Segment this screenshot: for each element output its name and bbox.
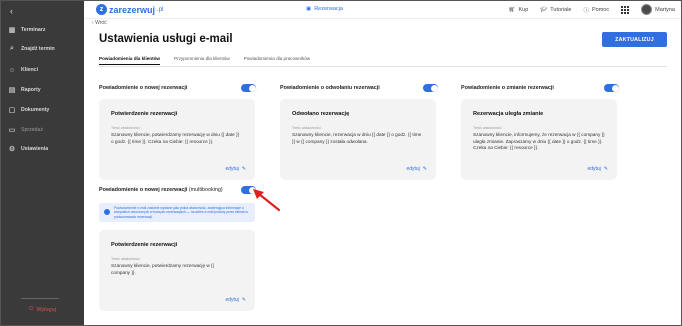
help-label: Pomoc <box>592 6 610 13</box>
card-message: Szanowny kliencie, potwierdzamy rezerwac… <box>111 263 215 275</box>
sidebar-item-label: Raporty <box>21 87 41 93</box>
graduation-cap-icon: 🎓︎ <box>540 6 548 13</box>
sidebar-item-label: Klienci <box>21 67 39 73</box>
section-title-change-booking: Powiadomienie o zmianie rezerwacji <box>461 85 554 91</box>
logo-text: zarezerwuj <box>109 4 156 15</box>
sidebar-item-raporty[interactable]: ▤ Raporty <box>1 83 84 97</box>
logo-tld: .pl <box>157 6 164 13</box>
sidebar-item-label: Terminarz <box>21 27 46 33</box>
logo[interactable]: z zarezerwuj .pl <box>96 4 163 15</box>
card-new-booking: Potwierdzenie rezerwacji Treść wiadomośc… <box>99 99 255 180</box>
sidebar-item-label: Ustawienia <box>21 146 49 152</box>
tab-client-notifications[interactable]: Powiadomienia dla klientów <box>99 56 161 65</box>
apps-grid-icon[interactable] <box>621 5 630 14</box>
sidebar-item-dokumenty[interactable]: ▢ Dokumenty <box>1 103 84 117</box>
logout-button[interactable]: ⏻ Wyloguj <box>29 306 56 313</box>
sidebar-item-znajdz-termin[interactable]: ⌕ Znajdź termin <box>1 42 84 56</box>
sidebar-item-label: Dokumenty <box>21 107 50 113</box>
edit-label: edytuj <box>587 166 601 172</box>
help-link[interactable]: ⓘ Pomoc <box>583 6 609 14</box>
edit-label: edytuj <box>225 166 239 172</box>
sidebar-item-klienci[interactable]: ☺ Klienci <box>1 63 84 77</box>
sidebar-divider <box>21 298 59 299</box>
logout-label: Wyloguj <box>36 306 56 313</box>
toggle-change-booking[interactable] <box>604 84 619 92</box>
booking-link-label: Rezerwacja <box>314 6 343 12</box>
tutorials-link[interactable]: 🎓︎ Tutoriale <box>540 7 571 13</box>
logo-mark-icon: z <box>96 4 107 15</box>
info-icon <box>104 209 110 215</box>
sidebar-item-sprzedaz[interactable]: ▭ Sprzedaż <box>1 123 84 137</box>
sidebar-item-label: Znajdź termin <box>21 46 55 52</box>
card-label: Treść wiadomości <box>473 126 502 130</box>
document-icon: ▢ <box>8 107 16 114</box>
card-label: Treść wiadomości <box>111 257 140 261</box>
section-title-cancel-booking: Powiadomienie o odwołaniu rezerwacji <box>280 85 380 91</box>
chart-icon: ▤ <box>8 87 16 94</box>
card-title: Potwierdzenie rezerwacji <box>111 242 178 248</box>
avatar <box>641 4 653 15</box>
toggle-new-booking[interactable] <box>241 84 256 92</box>
edit-label: edytuj <box>406 166 420 172</box>
tab-employee-notifications[interactable]: Powiadomienia dla pracowników <box>244 56 310 65</box>
card-message: Szanowny kliencie, rezerwacja w dniu {{ … <box>292 132 422 144</box>
edit-button[interactable]: edytuj ✎ <box>225 297 246 303</box>
back-label: Wróć <box>95 20 107 26</box>
calendar-icon: ▣ <box>306 6 312 12</box>
card-label: Treść wiadomości <box>111 126 140 130</box>
gear-icon: ⚙ <box>8 146 16 153</box>
shop-link[interactable]: 🛒︎ Kup <box>509 7 529 13</box>
cart-icon: 🛒︎ <box>508 6 516 13</box>
multibooking-title-main: Powiadomienie o nowej rezerwacji <box>99 187 188 193</box>
sidebar: ‹ ▦ Terminarz ⌕ Znajdź termin ☺ Klienci … <box>1 1 84 325</box>
edit-button[interactable]: edytuj ✎ <box>587 166 608 172</box>
edit-button[interactable]: edytuj ✎ <box>406 166 427 172</box>
multibooking-title-suffix: (multibooking) <box>188 187 223 193</box>
help-icon: ⓘ <box>583 7 589 14</box>
pencil-icon: ✎ <box>241 297 246 303</box>
card-title: Rezerwacja uległa zmianie <box>473 111 544 117</box>
user-name: Martyna <box>655 6 675 13</box>
tabs-divider <box>99 66 667 67</box>
tutorials-label: Tutoriale <box>550 6 572 13</box>
cart-icon: ▭ <box>8 127 16 134</box>
pencil-icon: ✎ <box>603 166 608 172</box>
users-icon: ☺ <box>8 66 16 74</box>
page-title: Ustawienia usługi e-mail <box>99 33 233 45</box>
section-title-new-booking: Powiadomienie o nowej rezerwacji <box>99 85 188 91</box>
tab-client-reminders[interactable]: Przypomnienia dla klientów <box>174 56 230 65</box>
pencil-icon: ✎ <box>422 166 427 172</box>
section-title-multibooking: Powiadomienie o nowej rezerwacji (multib… <box>99 187 223 193</box>
card-multibooking: Potwierdzenie rezerwacji Treść wiadomośc… <box>99 230 255 311</box>
card-cancel-booking: Odwołano rezerwację Treść wiadomości Sza… <box>280 99 436 180</box>
sidebar-item-terminarz[interactable]: ▦ Terminarz <box>1 23 84 37</box>
pencil-icon: ✎ <box>241 166 246 172</box>
edit-label: edytuj <box>225 297 239 303</box>
top-right-menu: 🛒︎ Kup 🎓︎ Tutoriale ⓘ Pomoc Martyna <box>509 4 675 15</box>
shop-label: Kup <box>518 6 529 13</box>
tabs: Powiadomienia dla klientów Przypomnienia… <box>99 56 310 65</box>
power-icon: ⏻ <box>29 306 34 312</box>
edit-button[interactable]: edytuj ✎ <box>225 166 246 172</box>
card-label: Treść wiadomości <box>292 126 321 130</box>
booking-link[interactable]: ▣ Rezerwacja <box>306 6 343 12</box>
top-bar: z zarezerwuj .pl ▣ Rezerwacja 🛒︎ Kup 🎓︎ … <box>84 1 681 19</box>
card-title: Odwołano rezerwację <box>292 111 350 117</box>
card-title: Potwierdzenie rezerwacji <box>111 111 178 117</box>
card-change-booking: Rezerwacja uległa zmianie Treść wiadomoś… <box>461 99 617 180</box>
update-button[interactable]: ZAKTUALIZUJ <box>602 32 667 47</box>
calendar-icon: ▦ <box>8 27 16 34</box>
toggle-cancel-booking[interactable] <box>423 84 438 92</box>
back-link[interactable]: ‹ Wróć <box>92 20 107 26</box>
multibooking-info-box: Powiadomienie e-mail zostanie wysłane ja… <box>99 203 255 222</box>
card-message: Szanowny kliencie, potwierdzamy rezerwac… <box>111 132 240 144</box>
sidebar-item-label: Sprzedaż <box>21 127 43 133</box>
collapse-sidebar-icon[interactable]: ‹ <box>10 6 13 16</box>
user-menu[interactable]: Martyna <box>641 4 675 15</box>
multibooking-info-text: Powiadomienie e-mail zostanie wysłane ja… <box>114 206 248 219</box>
sidebar-item-ustawienia[interactable]: ⚙ Ustawienia <box>1 142 84 156</box>
card-message: Szanowny kliencie, informujemy, że rezer… <box>473 132 605 151</box>
search-icon: ⌕ <box>10 45 14 52</box>
